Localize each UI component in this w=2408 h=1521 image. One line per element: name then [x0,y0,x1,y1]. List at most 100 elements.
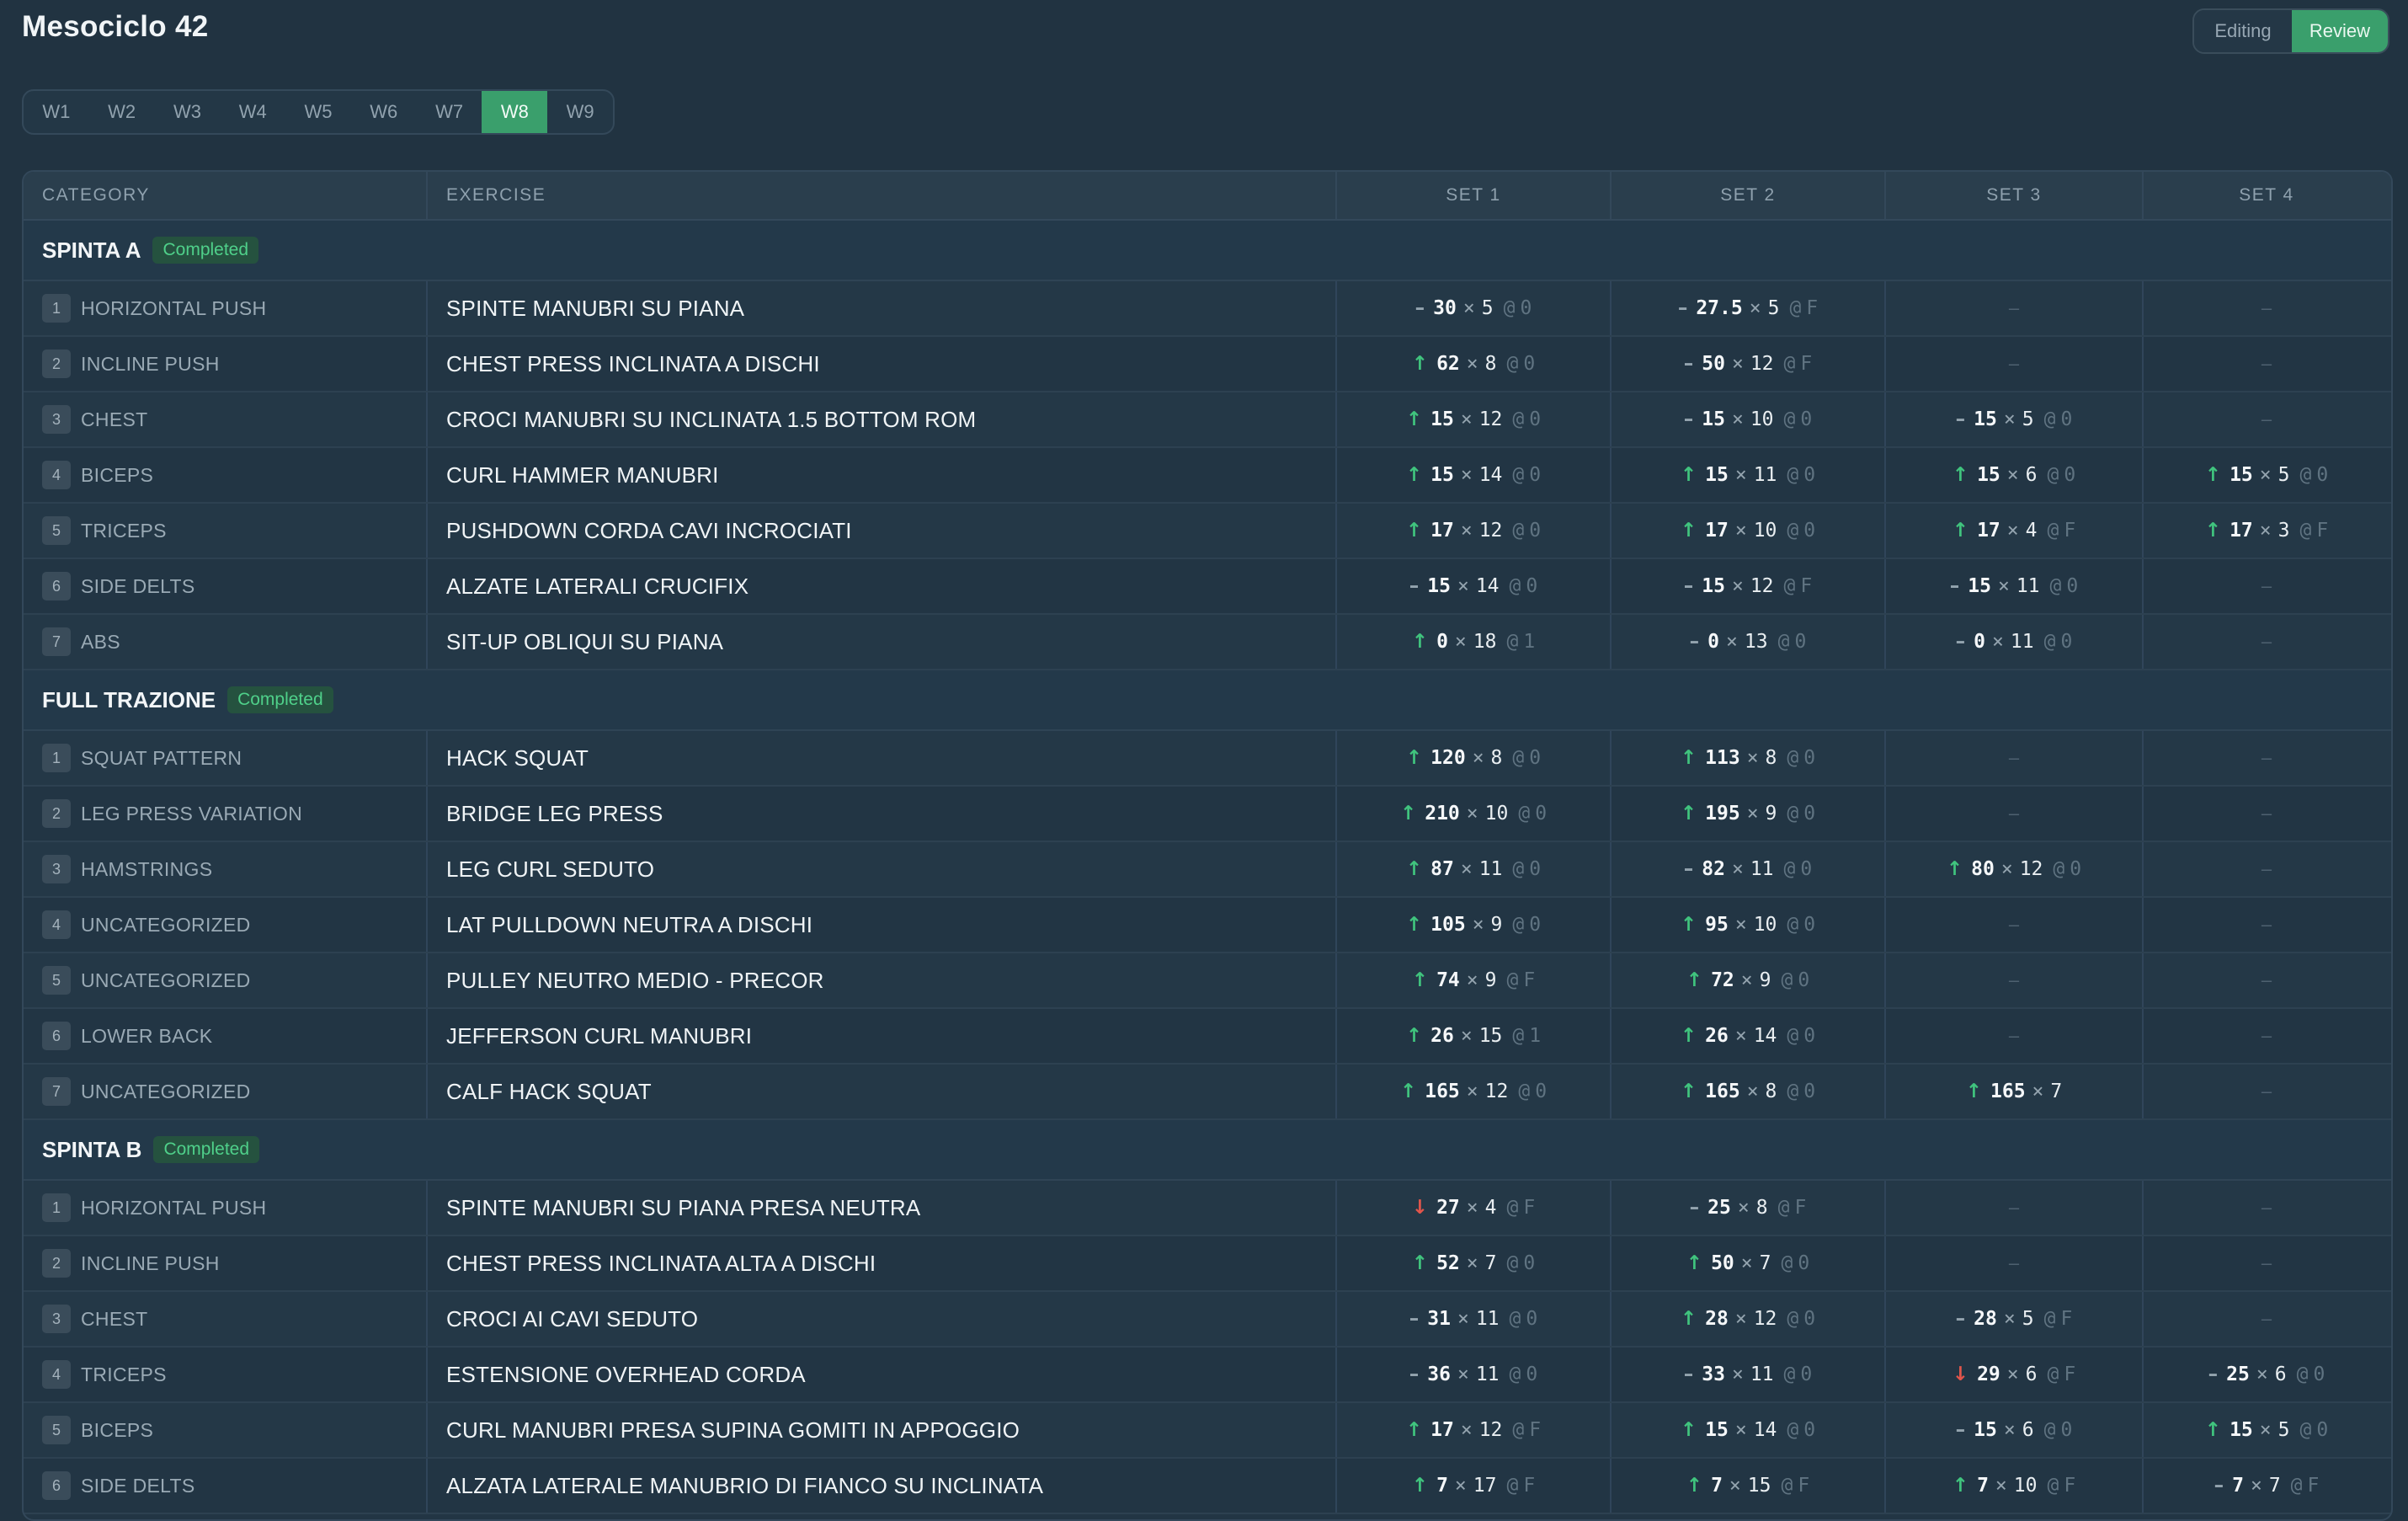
set-3-cell[interactable]: – [1886,1181,2144,1235]
set-1-cell[interactable]: ↓ 27 × 4 @ F [1337,1181,1612,1235]
table-row[interactable]: 2 INCLINE PUSH CHEST PRESS INCLINATA ALTA … [24,1236,2391,1292]
week-tab-w6[interactable]: W6 [351,91,417,133]
table-row[interactable]: 7 UNCATEGORIZED CALF HACK SQUAT ↑ 165 × 12 @0 ↑ 1… [24,1065,2391,1120]
table-row[interactable]: 4 UNCATEGORIZED LAT PULLDOWN NEUTRA A DISC… [24,898,2391,953]
set-3-cell[interactable]: ↑ 15 × 6 @0 [1886,448,2144,502]
set-2-cell[interactable]: –15 × 10 @0 [1612,392,1886,446]
table-row[interactable]: 3 HAMSTRINGS LEG CURL SEDUTO ↑ 87 × 11 @0–82 × 11… [24,842,2391,898]
set-2-cell[interactable]: –0 × 13 @0 [1612,615,1886,669]
set-3-cell[interactable]: ↑ 7 × 10 @ F [1886,1459,2144,1513]
set-4-cell[interactable]: –25 × 6 @0 [2144,1348,2389,1401]
set-1-cell[interactable]: ↑ 15 × 14 @0 [1337,448,1612,502]
week-tab-w4[interactable]: W4 [220,91,285,133]
exercise-name[interactable]: HACK SQUAT [446,745,589,771]
set-3-cell[interactable]: – [1886,898,2144,952]
exercise-name[interactable]: CHEST PRESS INCLINATA A DISCHI [446,351,820,377]
set-1-cell[interactable]: ↑ 120 × 8 @0 [1337,731,1612,785]
set-1-cell[interactable]: ↑ 26 × 15 @1 [1337,1009,1612,1063]
set-1-cell[interactable]: ↑ 210 × 10 @0 [1337,787,1612,841]
exercise-name[interactable]: PUSHDOWN CORDA CAVI INCROCIATI [446,518,852,544]
set-1-cell[interactable]: ↑ 15 × 12 @0 [1337,392,1612,446]
set-3-cell[interactable]: ↑ 165 × 7 [1886,1065,2144,1118]
set-4-cell[interactable]: – [2144,1009,2389,1063]
set-4-cell[interactable]: ↑ 17 × 3 @ F [2144,504,2389,558]
set-1-cell[interactable]: ↑ 165 × 12 @0 [1337,1065,1612,1118]
set-1-cell[interactable]: ↑ 74 × 9 @ F [1337,953,1612,1007]
exercise-name[interactable]: LAT PULLDOWN NEUTRA A DISCHI [446,912,812,938]
set-3-cell[interactable]: – [1886,731,2144,785]
table-row[interactable]: 1 SQUAT PATTERN HACK SQUAT ↑ 120 × 8 @0 ↑ 113 × 8 @0… [24,731,2391,787]
set-1-cell[interactable]: ↑ 0 × 18 @1 [1337,615,1612,669]
set-2-cell[interactable]: ↑ 95 × 10 @0 [1612,898,1886,952]
table-row[interactable]: 2 INCLINE PUSH CHEST PRESS INCLINATA A DIS… [24,337,2391,392]
set-2-cell[interactable]: –15 × 12 @ F [1612,559,1886,613]
set-3-cell[interactable]: – [1886,1236,2144,1290]
set-3-cell[interactable]: –15 × 11 @0 [1886,559,2144,613]
exercise-name[interactable]: CROCI AI CAVI SEDUTO [446,1306,698,1332]
set-2-cell[interactable]: ↑ 195 × 9 @0 [1612,787,1886,841]
set-3-cell[interactable]: – [1886,1009,2144,1063]
set-2-cell[interactable]: –82 × 11 @0 [1612,842,1886,896]
set-3-cell[interactable]: ↑ 80 × 12 @0 [1886,842,2144,896]
set-2-cell[interactable]: ↑ 17 × 10 @0 [1612,504,1886,558]
exercise-name[interactable]: SPINTE MANUBRI SU PIANA PRESA NEUTRA [446,1195,920,1221]
set-4-cell[interactable]: – [2144,731,2389,785]
week-tab-w8[interactable]: W8 [482,91,548,133]
week-tab-w1[interactable]: W1 [24,91,89,133]
exercise-name[interactable]: CHEST PRESS INCLINATA ALTA A DISCHI [446,1251,876,1277]
set-4-cell[interactable]: – [2144,281,2389,335]
set-3-cell[interactable]: –15 × 6 @0 [1886,1403,2144,1457]
editing-mode-button[interactable]: Editing [2194,10,2292,52]
set-4-cell[interactable]: – [2144,615,2389,669]
set-2-cell[interactable]: ↑ 50 × 7 @0 [1612,1236,1886,1290]
table-row[interactable]: 1 HORIZONTAL PUSH SPINTE MANUBRI SU PIANA … [24,1181,2391,1236]
set-3-cell[interactable]: –15 × 5 @0 [1886,392,2144,446]
set-4-cell[interactable]: – [2144,842,2389,896]
table-row[interactable]: 2 LEG PRESS VARIATION BRIDGE LEG PRESS ↑ 210… [24,787,2391,842]
set-4-cell[interactable]: – [2144,559,2389,613]
exercise-name[interactable]: PULLEY NEUTRO MEDIO - PRECOR [446,968,824,994]
set-4-cell[interactable]: – [2144,1236,2389,1290]
set-4-cell[interactable]: – [2144,1065,2389,1118]
exercise-name[interactable]: CURL MANUBRI PRESA SUPINA GOMITI IN APPO… [446,1417,1020,1444]
set-1-cell[interactable]: ↑ 52 × 7 @0 [1337,1236,1612,1290]
set-2-cell[interactable]: ↑ 7 × 15 @ F [1612,1459,1886,1513]
set-2-cell[interactable]: ↑ 113 × 8 @0 [1612,731,1886,785]
table-row[interactable]: 3 CHEST CROCI AI CAVI SEDUTO –31 × 11 @0 ↑ 28 × 12… [24,1292,2391,1348]
set-4-cell[interactable]: –7 × 7 @ F [2144,1459,2389,1513]
set-3-cell[interactable]: – [1886,787,2144,841]
set-3-cell[interactable]: –0 × 11 @0 [1886,615,2144,669]
exercise-name[interactable]: ALZATA LATERALE MANUBRIO DI FIANCO SU IN… [446,1473,1043,1499]
exercise-name[interactable]: JEFFERSON CURL MANUBRI [446,1023,752,1049]
set-1-cell[interactable]: ↑ 62 × 8 @0 [1337,337,1612,391]
exercise-name[interactable]: ALZATE LATERALI CRUCIFIX [446,574,749,600]
set-1-cell[interactable]: –36 × 11 @0 [1337,1348,1612,1401]
table-row[interactable]: 1 HORIZONTAL PUSH SPINTE MANUBRI SU PIANA –… [24,281,2391,337]
exercise-name[interactable]: CALF HACK SQUAT [446,1079,652,1105]
week-tab-w5[interactable]: W5 [285,91,351,133]
exercise-name[interactable]: CROCI MANUBRI SU INCLINATA 1.5 BOTTOM RO… [446,407,976,433]
table-row[interactable]: 6 SIDE DELTS ALZATE LATERALI CRUCIFIX –15 × 1… [24,559,2391,615]
table-row[interactable]: 4 TRICEPS ESTENSIONE OVERHEAD CORDA –36 × 11 @… [24,1348,2391,1403]
week-tab-w7[interactable]: W7 [417,91,482,133]
set-1-cell[interactable]: ↑ 105 × 9 @0 [1337,898,1612,952]
table-row[interactable]: 3 CHEST CROCI MANUBRI SU INCLINATA 1.5 BOT… [24,392,2391,448]
set-2-cell[interactable]: –27.5 × 5 @ F [1612,281,1886,335]
table-row[interactable]: 5 BICEPS CURL MANUBRI PRESA SUPINA GOMITI … [24,1403,2391,1459]
table-row[interactable]: 6 SIDE DELTS ALZATA LATERALE MANUBRIO DI F… [24,1459,2391,1514]
set-2-cell[interactable]: ↑ 165 × 8 @0 [1612,1065,1886,1118]
table-row[interactable]: 5 TRICEPS PUSHDOWN CORDA CAVI INCROCIATI ↑ 1… [24,504,2391,559]
set-4-cell[interactable]: – [2144,898,2389,952]
exercise-name[interactable]: SIT-UP OBLIQUI SU PIANA [446,629,723,655]
set-3-cell[interactable]: –28 × 5 @ F [1886,1292,2144,1346]
set-4-cell[interactable]: ↑ 15 × 5 @0 [2144,1403,2389,1457]
set-2-cell[interactable]: ↑ 28 × 12 @0 [1612,1292,1886,1346]
set-4-cell[interactable]: – [2144,1292,2389,1346]
set-2-cell[interactable]: ↑ 15 × 11 @0 [1612,448,1886,502]
set-3-cell[interactable]: – [1886,337,2144,391]
set-1-cell[interactable]: –30 × 5 @0 [1337,281,1612,335]
table-row[interactable]: 4 BICEPS CURL HAMMER MANUBRI ↑ 15 × 14 @0 ↑ 15 × 11… [24,448,2391,504]
set-4-cell[interactable]: ↑ 15 × 5 @0 [2144,448,2389,502]
week-tab-w9[interactable]: W9 [547,91,613,133]
set-1-cell[interactable]: ↑ 17 × 12 @0 [1337,504,1612,558]
